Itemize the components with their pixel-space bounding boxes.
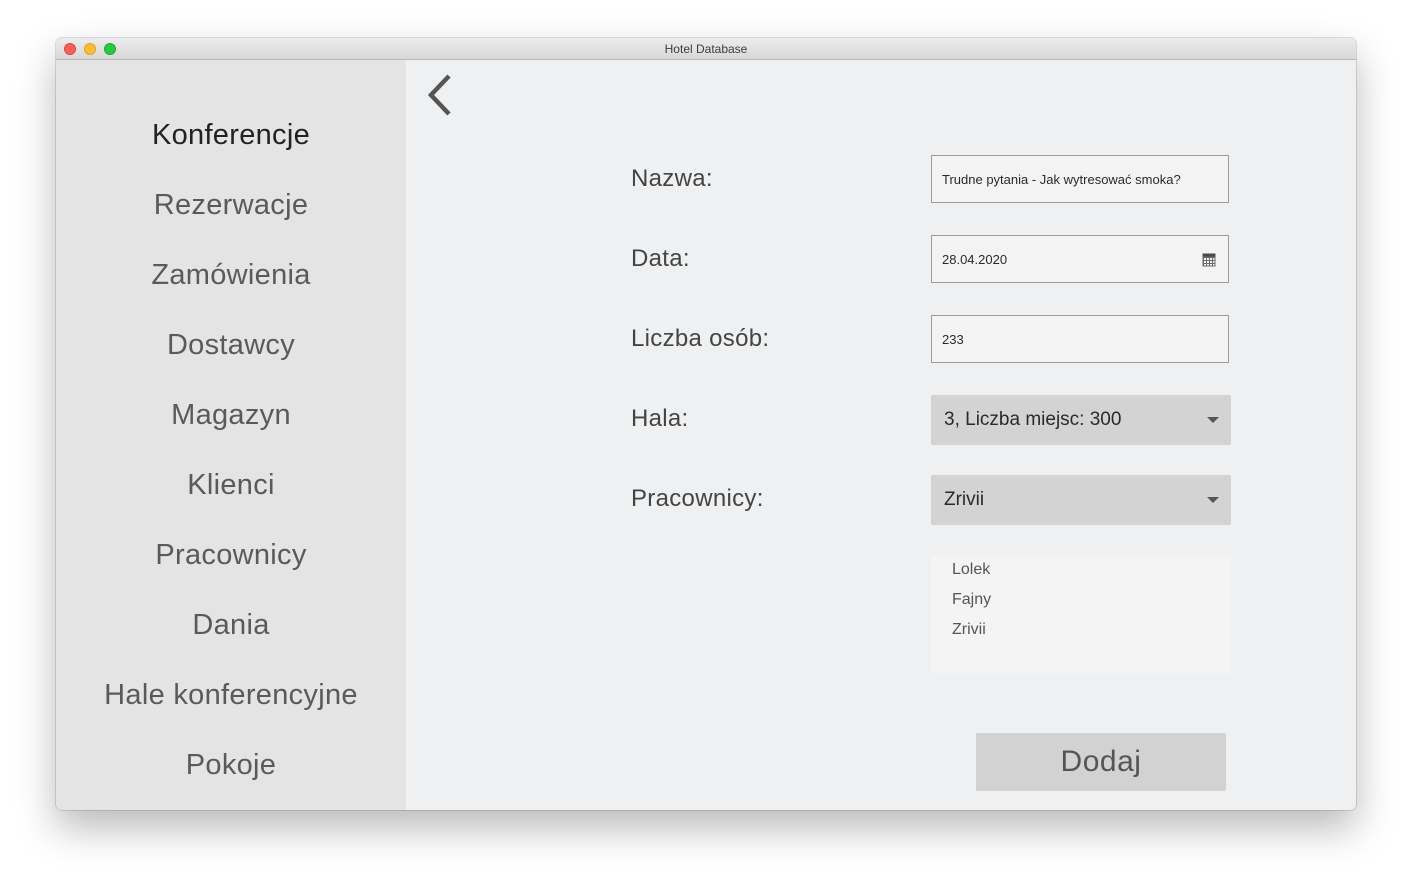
sidebar-item-pracownicy[interactable]: Pracownicy	[56, 532, 406, 578]
data-label: Data:	[631, 245, 690, 272]
sidebar: Konferencje Rezerwacje Zamówienia Dostaw…	[56, 60, 406, 810]
main-content: Nazwa: Trudne pytania - Jak wytresować s…	[406, 60, 1356, 810]
window-title: Hotel Database	[664, 42, 748, 56]
pracownicy-label: Pracownicy:	[631, 485, 764, 512]
hala-label: Hala:	[631, 405, 689, 432]
hala-select-value: 3, Liczba miejsc: 300	[944, 409, 1122, 430]
calendar-icon[interactable]	[1202, 253, 1216, 267]
date-picker-input[interactable]: 28.04.2020	[931, 235, 1229, 283]
hala-select[interactable]: 3, Liczba miejsc: 300	[931, 395, 1231, 445]
sidebar-item-pokoje[interactable]: Pokoje	[56, 742, 406, 788]
sidebar-item-magazyn[interactable]: Magazyn	[56, 392, 406, 438]
nazwa-label: Nazwa:	[631, 165, 713, 192]
sidebar-item-dania[interactable]: Dania	[56, 602, 406, 648]
nazwa-input[interactable]: Trudne pytania - Jak wytresować smoka?	[931, 155, 1229, 203]
liczba-osob-label: Liczba osób:	[631, 325, 770, 352]
sidebar-item-klienci[interactable]: Klienci	[56, 462, 406, 508]
pracownicy-select-value: Zrivii	[944, 489, 985, 510]
sidebar-item-hale-konferencyjne[interactable]: Hale konferencyjne	[56, 672, 406, 718]
nazwa-input-value: Trudne pytania - Jak wytresować smoka?	[942, 172, 1181, 187]
sidebar-item-dostawcy[interactable]: Dostawcy	[56, 322, 406, 368]
sidebar-item-zamowienia[interactable]: Zamówienia	[56, 252, 406, 298]
liczba-osob-input[interactable]: 233	[931, 315, 1229, 363]
title-bar: Hotel Database	[56, 38, 1356, 60]
sidebar-item-konferencje[interactable]: Konferencje	[56, 112, 406, 158]
list-item[interactable]: Zrivii	[952, 621, 986, 639]
date-input-value: 28.04.2020	[942, 252, 1008, 267]
chevron-down-icon	[1207, 417, 1219, 423]
list-item[interactable]: Fajny	[952, 591, 991, 609]
chevron-left-icon	[427, 74, 451, 116]
pracownicy-list[interactable]: Lolek Fajny Zrivii	[931, 555, 1231, 673]
sidebar-item-rezerwacje[interactable]: Rezerwacje	[56, 182, 406, 228]
app-window: Hotel Database Konferencje Rezerwacje Za…	[56, 38, 1356, 810]
list-item[interactable]: Lolek	[952, 561, 990, 579]
back-button[interactable]	[424, 72, 460, 118]
chevron-down-icon	[1207, 497, 1219, 503]
dodaj-button[interactable]: Dodaj	[976, 733, 1226, 791]
liczba-osob-value: 233	[942, 332, 964, 347]
pracownicy-select[interactable]: Zrivii	[931, 475, 1231, 525]
